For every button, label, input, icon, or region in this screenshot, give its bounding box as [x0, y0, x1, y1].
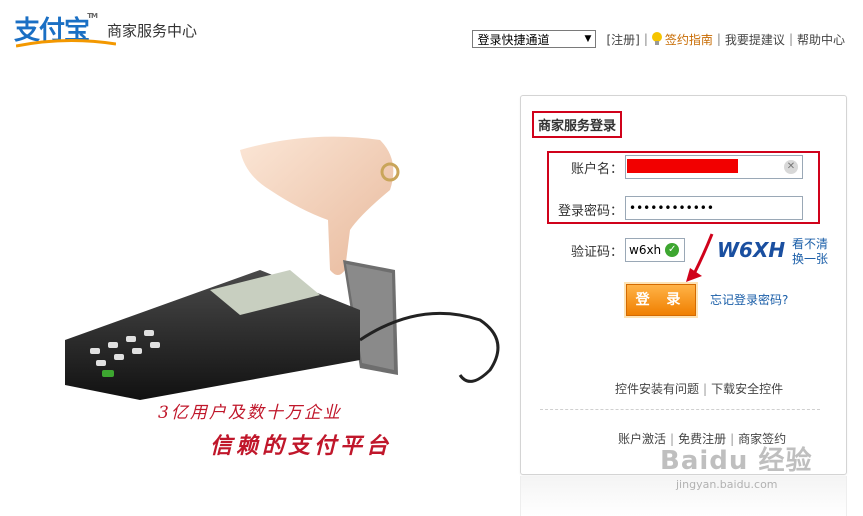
check-icon: ✓ [665, 243, 680, 257]
activate-account-link[interactable]: 账户激活 [618, 432, 666, 446]
refresh-captcha-link[interactable]: 看不清 换一张 [792, 237, 828, 267]
help-center-link[interactable]: 帮助中心 [793, 31, 849, 48]
quick-login-select[interactable]: 登录快捷通道 ▼ [472, 30, 597, 48]
account-redaction [627, 159, 738, 173]
captcha-label: 验证码： [570, 245, 623, 260]
suggest-link[interactable]: 我要提建议 [721, 31, 789, 48]
link-divider: | [703, 382, 708, 396]
captcha-input-value: w6xh [629, 243, 662, 257]
top-nav: 登录快捷通道 ▼ [注册] | 签约指南 | 我要提建议 | 帮助中心 [472, 30, 849, 48]
hero-slogan-line2: 信赖的支付平台 [210, 433, 393, 459]
baidu-watermark: Baidu 经验 [660, 446, 813, 476]
forgot-password-link[interactable]: 忘记登录密码? [710, 291, 788, 308]
download-control-link[interactable]: 下载安全控件 [711, 382, 783, 396]
annotation-arrow-icon [686, 233, 714, 282]
captcha-image[interactable]: W6XH [715, 233, 785, 267]
lightbulb-icon [651, 32, 662, 46]
captcha-image-text: W6XH [717, 238, 785, 262]
account-label: 账户名： [570, 162, 623, 177]
chevron-down-icon: ▼ [584, 34, 592, 44]
refresh-line2: 换一张 [792, 252, 829, 266]
password-input[interactable]: •••••••••••• [625, 196, 803, 220]
captcha-graphic: W6XH [717, 238, 785, 262]
captcha-input[interactable]: w6xh ✓ [625, 238, 685, 262]
password-label: 登录密码： [557, 204, 623, 219]
login-button[interactable]: 登 录 [626, 284, 696, 316]
logo-swoosh-icon [16, 38, 116, 47]
login-title: 商家服务登录 [532, 111, 623, 138]
refresh-line1: 看不清 [792, 237, 829, 251]
baidu-watermark-url: jingyan.baidu.com [676, 478, 778, 491]
divider [540, 409, 820, 410]
register-link[interactable]: [注册] [602, 31, 643, 48]
hero-slogan-line1: 3亿用户及数十万企业 [158, 403, 342, 423]
control-issue-link[interactable]: 控件安装有问题 [615, 382, 699, 396]
sign-guide-label: 签约指南 [664, 32, 713, 47]
payment-terminal-illustration [65, 136, 500, 400]
logo-wordmark: 支付宝 TM [14, 10, 116, 47]
alipay-logo[interactable]: 支付宝 TM 商家服务中心 [14, 8, 197, 48]
control-links: 控件安装有问题 | 下载安全控件 [615, 380, 783, 397]
sign-guide-link[interactable]: 签约指南 [648, 31, 717, 48]
site-subtitle: 商家服务中心 [107, 21, 198, 40]
quick-login-select-value: 登录快捷通道 [477, 32, 550, 47]
clear-icon[interactable]: ✕ [784, 160, 798, 174]
